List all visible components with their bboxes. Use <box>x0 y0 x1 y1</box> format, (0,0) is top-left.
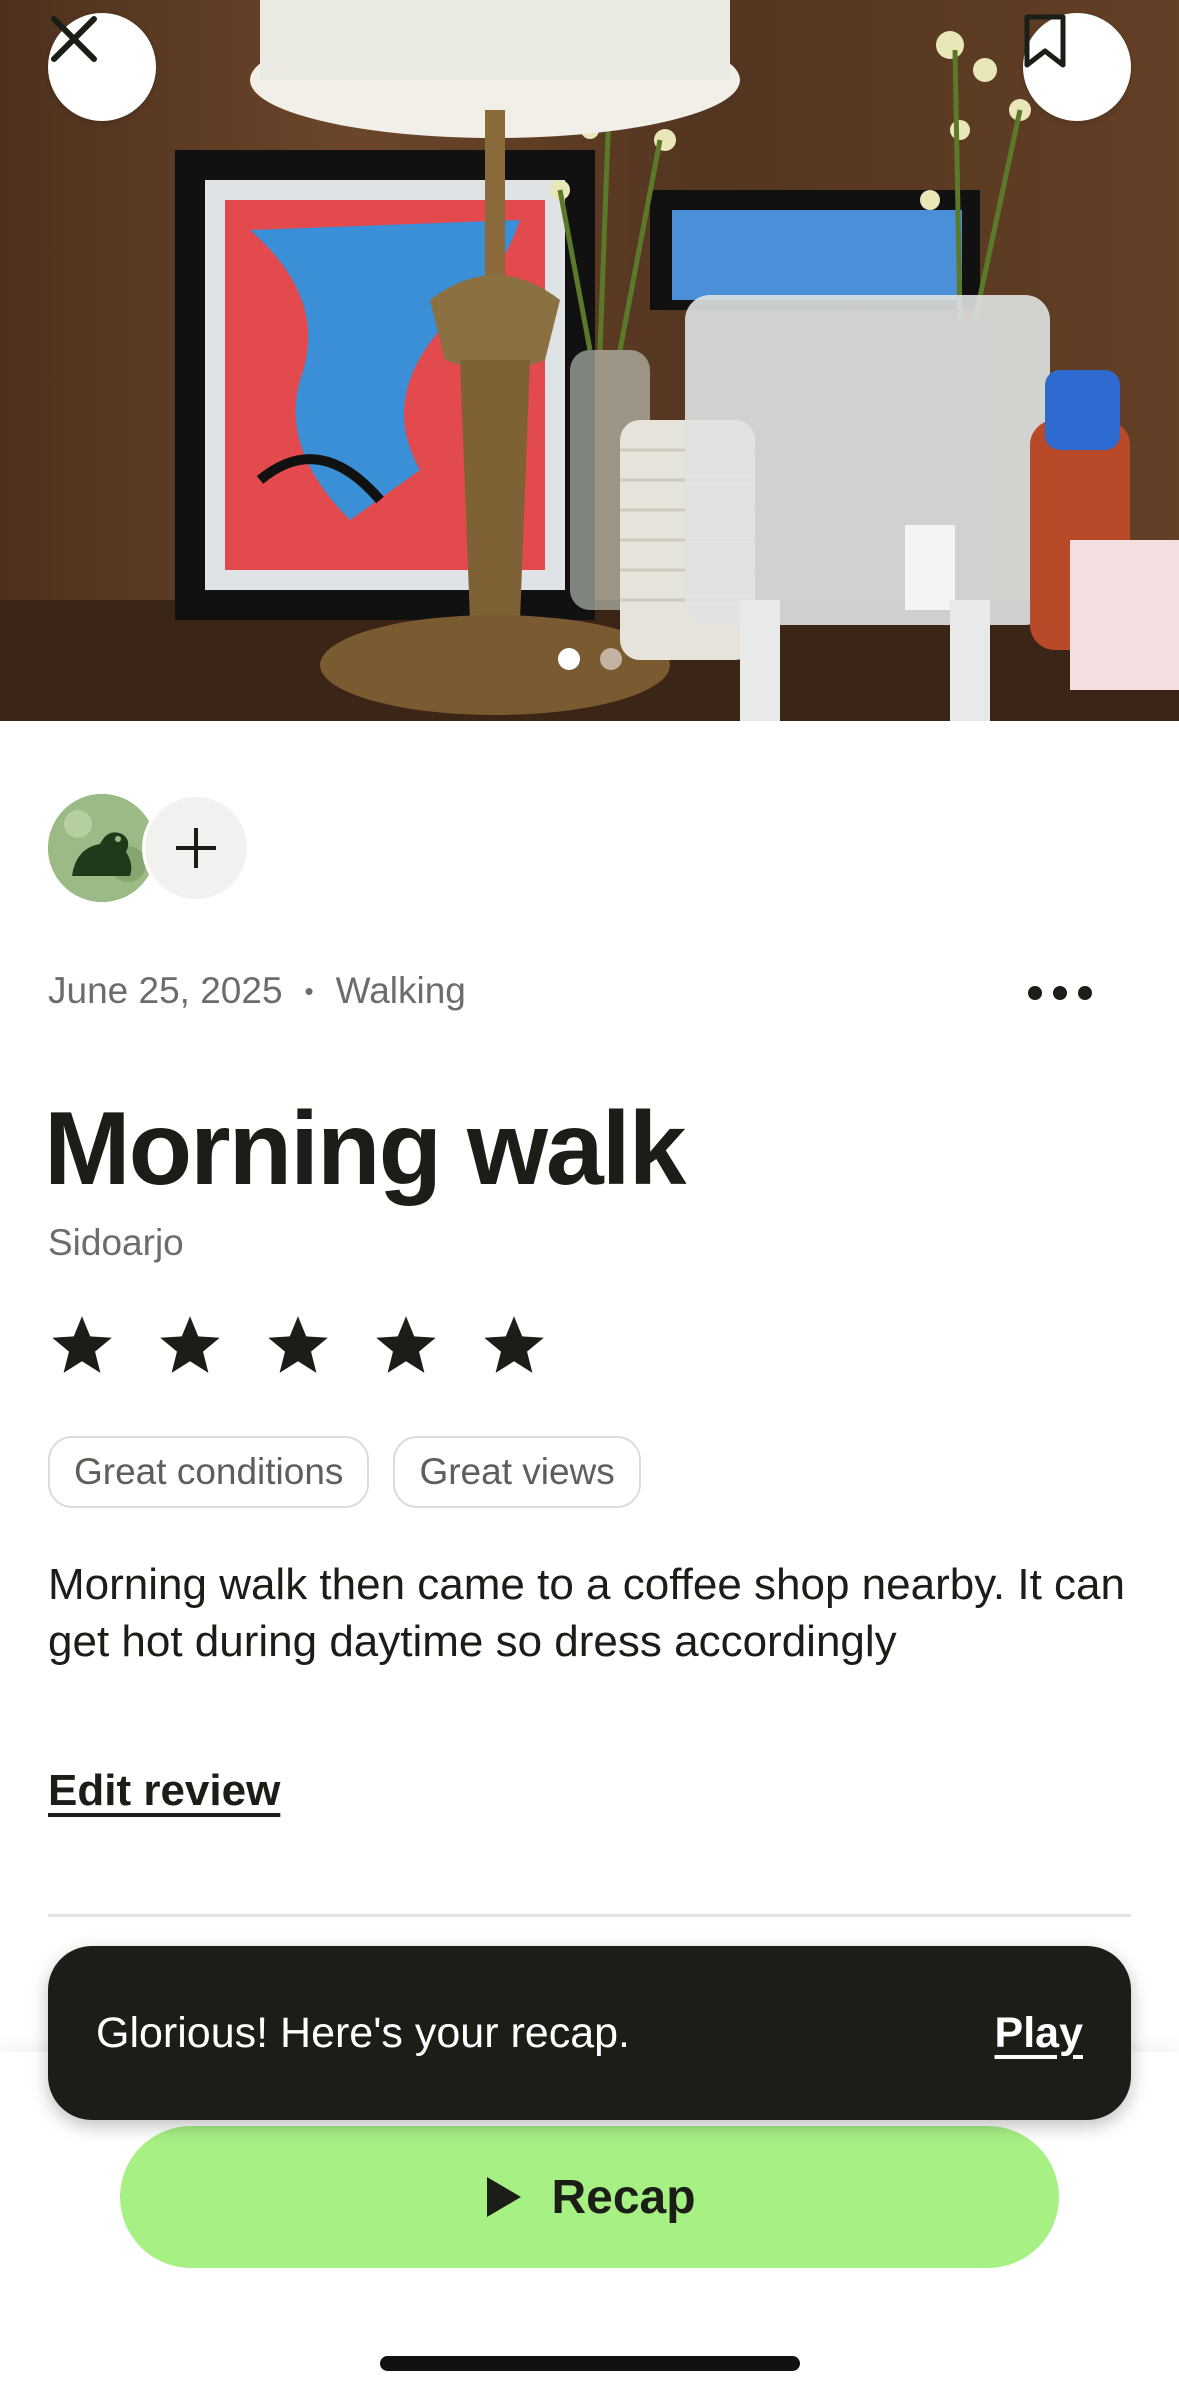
photo-pagination[interactable] <box>0 648 1179 670</box>
activity-location: Sidoarjo <box>48 1222 184 1263</box>
plus-icon <box>176 828 216 868</box>
activity-meta: June 25, 2025 • Walking <box>48 970 466 1012</box>
activity-title: Morning walk <box>44 1091 686 1207</box>
recap-button[interactable]: Recap <box>120 2126 1059 2268</box>
add-participant-button[interactable] <box>142 794 250 902</box>
activity-date: June 25, 2025 <box>48 970 283 1011</box>
close-button[interactable] <box>48 13 156 121</box>
frog-avatar-icon <box>48 794 156 902</box>
pagination-dot[interactable] <box>599 648 622 670</box>
pagination-dot[interactable] <box>557 648 580 670</box>
tag-list: Great conditions Great views <box>48 1436 641 1508</box>
toast-message: Glorious! Here's your recap. <box>96 2008 630 2057</box>
play-icon <box>487 2177 522 2217</box>
star-icon <box>52 1316 112 1373</box>
more-icon-dot <box>1078 986 1092 1000</box>
activity-type: Walking <box>335 970 466 1011</box>
edit-review-link[interactable]: Edit review <box>48 1766 280 1816</box>
bookmark-button[interactable] <box>1023 13 1131 121</box>
close-icon <box>51 16 97 62</box>
hero-photo[interactable] <box>0 0 1179 721</box>
bookmark-icon <box>1024 14 1066 68</box>
star-icon <box>268 1316 328 1373</box>
avatar[interactable] <box>48 794 156 902</box>
meta-separator: • <box>304 975 314 1006</box>
tag-chip: Great conditions <box>48 1436 370 1508</box>
recap-button-label: Recap <box>551 2170 696 2224</box>
rating-stars <box>48 1312 548 1380</box>
tag-chip: Great views <box>393 1436 641 1508</box>
star-icon <box>160 1316 220 1373</box>
activity-description: Morning walk then came to a coffee shop … <box>48 1560 1125 1666</box>
recap-toast: Glorious! Here's your recap. Play <box>48 1946 1131 2120</box>
toast-play-link[interactable]: Play <box>995 2009 1083 2058</box>
photo-illustration <box>0 0 1179 721</box>
divider <box>48 1914 1131 1917</box>
more-icon-dot <box>1053 986 1067 1000</box>
home-indicator <box>380 2356 800 2371</box>
more-icon-dot <box>1028 986 1042 1000</box>
star-icon <box>376 1316 436 1373</box>
star-icon <box>484 1316 544 1373</box>
more-options-button[interactable] <box>1020 965 1100 1021</box>
